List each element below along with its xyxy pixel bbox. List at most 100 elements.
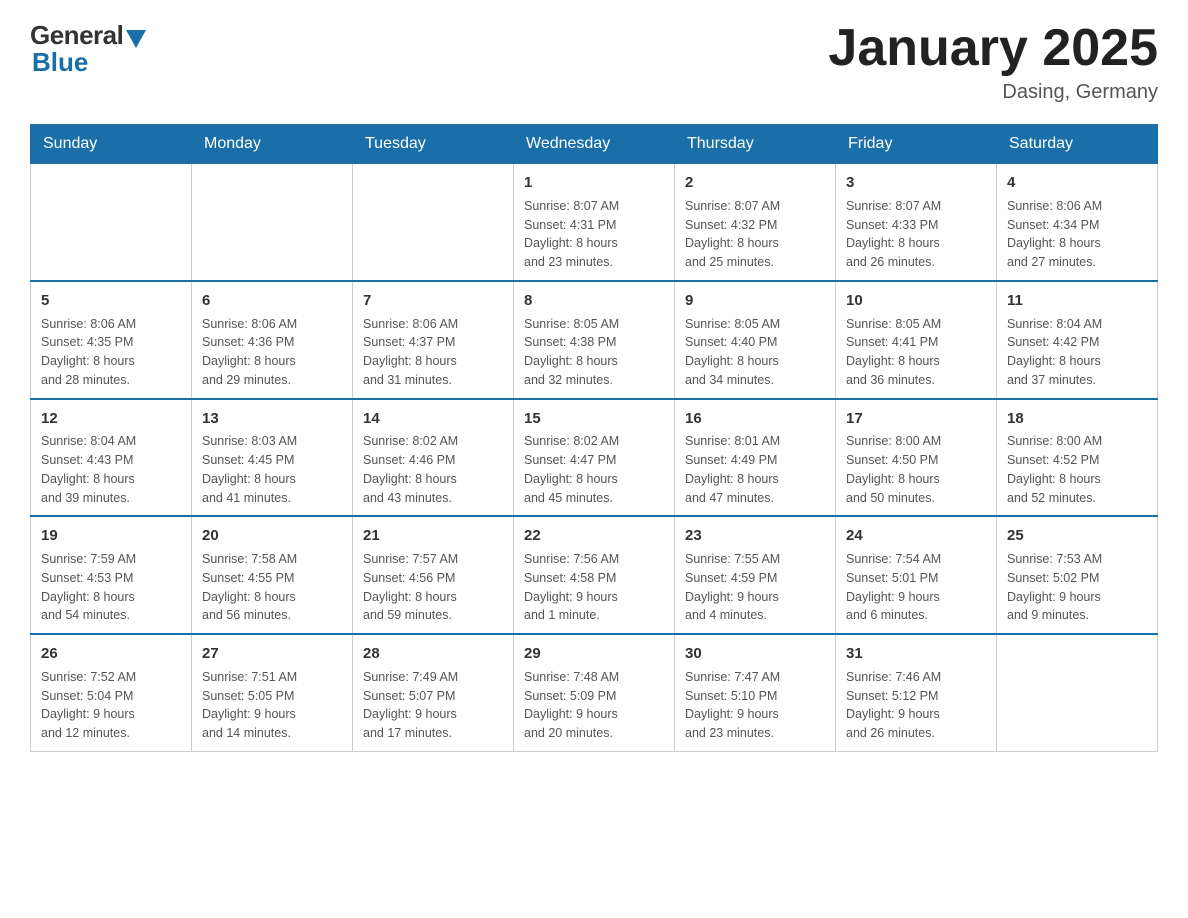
day-number: 3 xyxy=(846,172,986,194)
day-info: Sunrise: 8:06 AM Sunset: 4:34 PM Dayligh… xyxy=(1007,197,1147,272)
day-number: 24 xyxy=(846,525,986,547)
calendar-cell: 13Sunrise: 8:03 AM Sunset: 4:45 PM Dayli… xyxy=(192,399,353,517)
day-info: Sunrise: 8:02 AM Sunset: 4:47 PM Dayligh… xyxy=(524,432,664,507)
calendar-cell: 26Sunrise: 7:52 AM Sunset: 5:04 PM Dayli… xyxy=(31,634,192,751)
day-number: 11 xyxy=(1007,290,1147,312)
day-number: 7 xyxy=(363,290,503,312)
day-info: Sunrise: 8:05 AM Sunset: 4:41 PM Dayligh… xyxy=(846,315,986,390)
calendar-cell: 10 Sunrise: 8:05 AM Sunset: 4:41 PM Dayli… xyxy=(836,281,997,399)
calendar-cell: 12Sunrise: 8:04 AM Sunset: 4:43 PM Dayli… xyxy=(31,399,192,517)
day-info: Sunrise: 8:06 AM Sunset: 4:37 PM Dayligh… xyxy=(363,315,503,390)
day-info: Sunrise: 7:48 AM Sunset: 5:09 PM Dayligh… xyxy=(524,668,664,743)
day-info: Sunrise: 7:54 AM Sunset: 5:01 PM Dayligh… xyxy=(846,550,986,625)
calendar-cell: 14Sunrise: 8:02 AM Sunset: 4:46 PM Dayli… xyxy=(353,399,514,517)
calendar-cell: 19 Sunrise: 7:59 AM Sunset: 4:53 PM Dayli… xyxy=(31,516,192,634)
logo-arrow-icon xyxy=(126,30,146,48)
day-number: 9 xyxy=(685,290,825,312)
day-info: Sunrise: 7:59 AM Sunset: 4:53 PM Dayligh… xyxy=(41,550,181,625)
title-area: January 2025 Dasing, Germany xyxy=(828,20,1158,104)
day-info: Sunrise: 8:01 AM Sunset: 4:49 PM Dayligh… xyxy=(685,432,825,507)
day-info: Sunrise: 7:52 AM Sunset: 5:04 PM Dayligh… xyxy=(41,668,181,743)
calendar-cell: 17Sunrise: 8:00 AM Sunset: 4:50 PM Dayli… xyxy=(836,399,997,517)
day-number: 15 xyxy=(524,408,664,430)
month-title: January 2025 xyxy=(828,20,1158,77)
calendar-header-friday: Friday xyxy=(836,125,997,164)
day-number: 12 xyxy=(41,408,181,430)
day-number: 18 xyxy=(1007,408,1147,430)
calendar-header-wednesday: Wednesday xyxy=(514,125,675,164)
day-info: Sunrise: 7:46 AM Sunset: 5:12 PM Dayligh… xyxy=(846,668,986,743)
calendar-cell: 11 Sunrise: 8:04 AM Sunset: 4:42 PM Dayli… xyxy=(997,281,1158,399)
day-number: 16 xyxy=(685,408,825,430)
calendar-cell: 30 Sunrise: 7:47 AM Sunset: 5:10 PM Dayli… xyxy=(675,634,836,751)
day-info: Sunrise: 8:03 AM Sunset: 4:45 PM Dayligh… xyxy=(202,432,342,507)
calendar-header-saturday: Saturday xyxy=(997,125,1158,164)
calendar-header-row: SundayMondayTuesdayWednesdayThursdayFrid… xyxy=(31,125,1158,164)
calendar-cell xyxy=(997,634,1158,751)
day-number: 14 xyxy=(363,408,503,430)
calendar-week-row: 1 Sunrise: 8:07 AM Sunset: 4:31 PM Daylig… xyxy=(31,164,1158,281)
day-number: 13 xyxy=(202,408,342,430)
calendar-cell xyxy=(192,164,353,281)
calendar-week-row: 12Sunrise: 8:04 AM Sunset: 4:43 PM Dayli… xyxy=(31,399,1158,517)
calendar-cell: 22Sunrise: 7:56 AM Sunset: 4:58 PM Dayli… xyxy=(514,516,675,634)
calendar-cell xyxy=(353,164,514,281)
day-number: 2 xyxy=(685,172,825,194)
day-number: 27 xyxy=(202,643,342,665)
day-info: Sunrise: 7:57 AM Sunset: 4:56 PM Dayligh… xyxy=(363,550,503,625)
day-info: Sunrise: 8:05 AM Sunset: 4:38 PM Dayligh… xyxy=(524,315,664,390)
calendar-cell: 8 Sunrise: 8:05 AM Sunset: 4:38 PM Daylig… xyxy=(514,281,675,399)
day-number: 22 xyxy=(524,525,664,547)
day-number: 30 xyxy=(685,643,825,665)
calendar-cell: 23Sunrise: 7:55 AM Sunset: 4:59 PM Dayli… xyxy=(675,516,836,634)
calendar-week-row: 26Sunrise: 7:52 AM Sunset: 5:04 PM Dayli… xyxy=(31,634,1158,751)
calendar-cell xyxy=(31,164,192,281)
day-info: Sunrise: 8:04 AM Sunset: 4:43 PM Dayligh… xyxy=(41,432,181,507)
location: Dasing, Germany xyxy=(828,81,1158,104)
calendar-header-monday: Monday xyxy=(192,125,353,164)
calendar-header-sunday: Sunday xyxy=(31,125,192,164)
day-info: Sunrise: 7:53 AM Sunset: 5:02 PM Dayligh… xyxy=(1007,550,1147,625)
day-info: Sunrise: 8:00 AM Sunset: 4:50 PM Dayligh… xyxy=(846,432,986,507)
calendar-table: SundayMondayTuesdayWednesdayThursdayFrid… xyxy=(30,124,1158,752)
day-number: 6 xyxy=(202,290,342,312)
calendar-header-thursday: Thursday xyxy=(675,125,836,164)
calendar-header-tuesday: Tuesday xyxy=(353,125,514,164)
day-info: Sunrise: 8:04 AM Sunset: 4:42 PM Dayligh… xyxy=(1007,315,1147,390)
calendar-cell: 7 Sunrise: 8:06 AM Sunset: 4:37 PM Daylig… xyxy=(353,281,514,399)
calendar-cell: 31Sunrise: 7:46 AM Sunset: 5:12 PM Dayli… xyxy=(836,634,997,751)
day-info: Sunrise: 8:00 AM Sunset: 4:52 PM Dayligh… xyxy=(1007,432,1147,507)
logo: General Blue xyxy=(30,20,146,78)
day-info: Sunrise: 8:07 AM Sunset: 4:31 PM Dayligh… xyxy=(524,197,664,272)
calendar-cell: 6 Sunrise: 8:06 AM Sunset: 4:36 PM Daylig… xyxy=(192,281,353,399)
day-info: Sunrise: 7:58 AM Sunset: 4:55 PM Dayligh… xyxy=(202,550,342,625)
day-info: Sunrise: 7:55 AM Sunset: 4:59 PM Dayligh… xyxy=(685,550,825,625)
calendar-cell: 16Sunrise: 8:01 AM Sunset: 4:49 PM Dayli… xyxy=(675,399,836,517)
day-number: 8 xyxy=(524,290,664,312)
day-info: Sunrise: 8:06 AM Sunset: 4:36 PM Dayligh… xyxy=(202,315,342,390)
calendar-cell: 27Sunrise: 7:51 AM Sunset: 5:05 PM Dayli… xyxy=(192,634,353,751)
day-info: Sunrise: 8:02 AM Sunset: 4:46 PM Dayligh… xyxy=(363,432,503,507)
calendar-cell: 15Sunrise: 8:02 AM Sunset: 4:47 PM Dayli… xyxy=(514,399,675,517)
day-info: Sunrise: 7:47 AM Sunset: 5:10 PM Dayligh… xyxy=(685,668,825,743)
day-info: Sunrise: 8:06 AM Sunset: 4:35 PM Dayligh… xyxy=(41,315,181,390)
logo-blue-text: Blue xyxy=(32,47,88,78)
day-number: 1 xyxy=(524,172,664,194)
day-number: 29 xyxy=(524,643,664,665)
day-info: Sunrise: 8:05 AM Sunset: 4:40 PM Dayligh… xyxy=(685,315,825,390)
page-header: General Blue January 2025 Dasing, German… xyxy=(30,20,1158,104)
day-number: 10 xyxy=(846,290,986,312)
day-number: 21 xyxy=(363,525,503,547)
day-number: 5 xyxy=(41,290,181,312)
day-number: 4 xyxy=(1007,172,1147,194)
calendar-cell: 24 Sunrise: 7:54 AM Sunset: 5:01 PM Dayli… xyxy=(836,516,997,634)
calendar-cell: 25 Sunrise: 7:53 AM Sunset: 5:02 PM Dayli… xyxy=(997,516,1158,634)
calendar-cell: 3 Sunrise: 8:07 AM Sunset: 4:33 PM Daylig… xyxy=(836,164,997,281)
day-info: Sunrise: 8:07 AM Sunset: 4:33 PM Dayligh… xyxy=(846,197,986,272)
calendar-cell: 9 Sunrise: 8:05 AM Sunset: 4:40 PM Daylig… xyxy=(675,281,836,399)
day-number: 19 xyxy=(41,525,181,547)
day-info: Sunrise: 8:07 AM Sunset: 4:32 PM Dayligh… xyxy=(685,197,825,272)
calendar-cell: 29 Sunrise: 7:48 AM Sunset: 5:09 PM Dayli… xyxy=(514,634,675,751)
day-number: 25 xyxy=(1007,525,1147,547)
calendar-cell: 1 Sunrise: 8:07 AM Sunset: 4:31 PM Daylig… xyxy=(514,164,675,281)
